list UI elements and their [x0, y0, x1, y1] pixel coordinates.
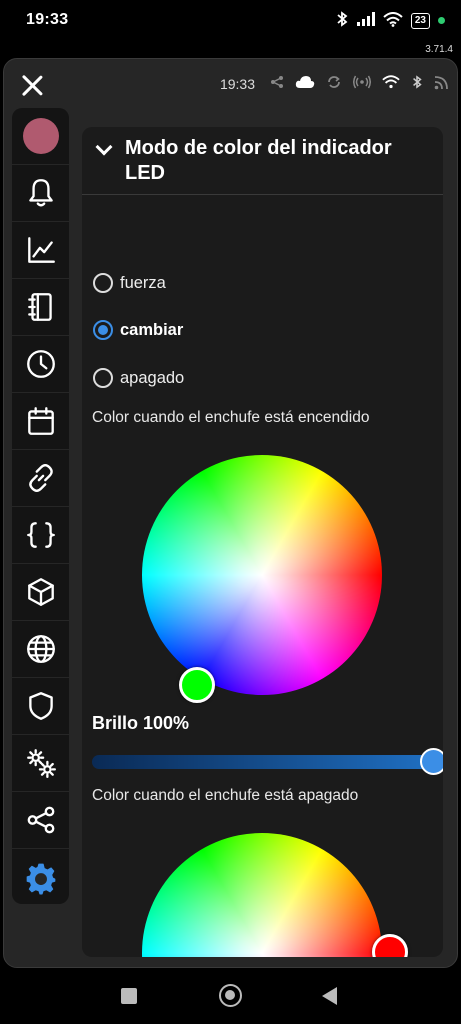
option-label: apagado — [120, 368, 185, 387]
sidebar — [12, 108, 69, 904]
avatar — [22, 118, 59, 154]
sidebar-item-avatar[interactable] — [12, 108, 69, 165]
globe-icon — [26, 635, 55, 663]
bell-icon — [28, 179, 53, 207]
share-icon — [270, 75, 284, 92]
chevron-down-icon[interactable] — [96, 141, 110, 155]
led-color-panel: Modo de color del indicador LED fuerza c… — [82, 127, 443, 957]
color-wheel-off-handle[interactable] — [372, 934, 408, 957]
sidebar-item-code[interactable] — [12, 507, 69, 564]
recents-button[interactable] — [121, 988, 137, 1004]
version-label: 3.71.4 — [425, 44, 453, 55]
color-on-label: Color cuando el enchufe está encendido — [92, 409, 370, 426]
option-label: fuerza — [120, 273, 166, 292]
radio-button[interactable] — [93, 368, 113, 388]
color-wheel-on-handle[interactable] — [179, 667, 215, 703]
topbar-time: 19:33 — [219, 75, 255, 92]
cube-icon — [27, 578, 54, 606]
close-button[interactable] — [20, 73, 44, 97]
broadcast-icon — [353, 75, 371, 92]
gear-icon — [26, 863, 55, 894]
status-bar: 19:33 23 3.71.4 — [0, 0, 461, 55]
bluetooth-icon — [335, 11, 349, 30]
radio-button[interactable] — [93, 273, 113, 293]
panel-title: Modo de color del indicador LED — [125, 137, 392, 184]
wifi-icon — [383, 11, 403, 30]
app-topbar: 19:33 — [4, 59, 457, 109]
back-button[interactable] — [322, 987, 337, 1005]
sidebar-item-share[interactable] — [12, 792, 69, 849]
sidebar-item-statistics[interactable] — [12, 222, 69, 279]
wifi-icon — [382, 75, 400, 92]
sidebar-item-device[interactable] — [12, 564, 69, 621]
option-label: cambiar — [120, 320, 184, 339]
sidebar-item-security[interactable] — [12, 678, 69, 735]
bluetooth-icon — [411, 74, 423, 93]
brightness-slider-thumb[interactable] — [420, 748, 443, 775]
brightness-label: Brillo 100% — [92, 713, 190, 733]
clock-icon — [26, 350, 55, 378]
radio-button[interactable] — [93, 320, 113, 340]
option-apagado[interactable]: apagado — [93, 368, 184, 388]
sidebar-item-notebook[interactable] — [12, 279, 69, 336]
color-off-label: Color cuando el enchufe está apagado — [92, 787, 359, 804]
calendar-icon — [27, 407, 54, 435]
topbar-status: 19:33 — [220, 74, 449, 93]
option-cambiar[interactable]: cambiar — [93, 320, 183, 340]
notebook-icon — [27, 293, 52, 321]
gears-icon — [26, 749, 56, 778]
color-wheel-on[interactable] — [142, 455, 382, 695]
status-icons: 23 — [335, 11, 445, 30]
status-time: 19:33 — [26, 11, 69, 28]
sidebar-item-links[interactable] — [12, 450, 69, 507]
home-button[interactable] — [219, 984, 242, 1007]
nav-bar — [0, 968, 461, 1024]
sidebar-item-settings[interactable] — [12, 849, 69, 906]
privacy-indicator-dot — [438, 17, 445, 24]
sidebar-item-notifications[interactable] — [12, 165, 69, 222]
sidebar-item-advanced-settings[interactable] — [12, 735, 69, 792]
color-wheel-off[interactable] — [142, 833, 382, 957]
link-icon — [28, 464, 53, 492]
sidebar-item-schedule[interactable] — [12, 336, 69, 393]
rss-icon — [434, 75, 449, 93]
signal-icon — [356, 12, 375, 29]
shield-icon — [28, 692, 53, 720]
brightness-slider[interactable] — [92, 755, 434, 769]
battery-icon: 23 — [410, 12, 430, 29]
sidebar-item-calendar[interactable] — [12, 393, 69, 450]
app-window: 19:33 Modo de color del indicador LED fu… — [3, 58, 458, 968]
sidebar-item-network[interactable] — [12, 621, 69, 678]
option-fuerza[interactable]: fuerza — [93, 273, 166, 293]
share-icon — [27, 806, 54, 834]
chart-icon — [27, 237, 55, 263]
sync-icon — [326, 74, 342, 93]
panel-header[interactable]: Modo de color del indicador LED — [82, 127, 443, 195]
braces-icon — [26, 522, 55, 548]
cloud-icon — [295, 75, 315, 92]
